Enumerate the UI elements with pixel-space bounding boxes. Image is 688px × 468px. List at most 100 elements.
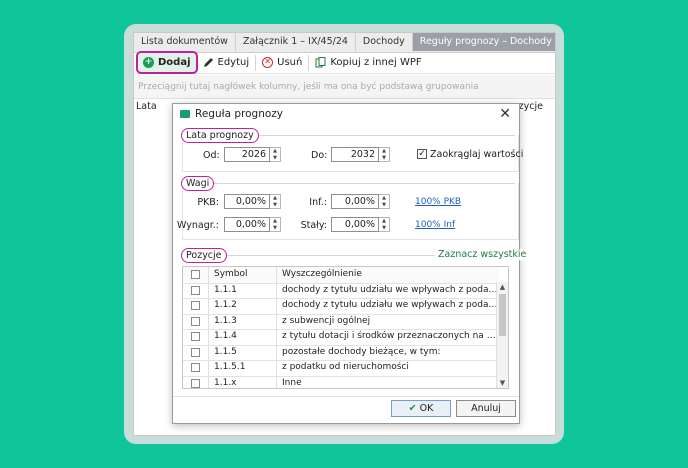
years-section-title: Lata prognozy [181,128,259,143]
stepper-arrows[interactable]: ▲ ▼ [379,194,390,209]
from-year-stepper[interactable]: 2026 ▲ ▼ [224,147,281,162]
stepper-arrows[interactable]: ▲ ▼ [270,194,281,209]
pkb-label: PKB: [197,197,219,208]
checkmark-icon: ✔ [408,403,417,414]
tab-attachment[interactable]: Załącznik 1 – IX/45/24 [236,33,356,51]
round-label: Zaokrąglaj wartości [430,149,524,160]
pkb-100-link[interactable]: 100% PKB [415,197,461,207]
from-label: Od: [203,150,220,161]
scroll-up-icon[interactable]: ▲ [497,282,508,292]
stepper-arrows[interactable]: ▲ ▼ [270,217,281,232]
pkb-stepper[interactable]: 0,00% ▲ ▼ [224,194,281,209]
row-checkbox[interactable] [191,316,200,326]
column-header-years[interactable]: Lata [136,99,157,115]
round-checkbox[interactable]: ✓ [417,149,427,159]
table-row[interactable]: 1.1.x Inne [183,375,499,388]
from-year-value[interactable]: 2026 [224,147,270,162]
edit-button-label: Edytuj [217,57,250,68]
edit-button[interactable]: Edytuj [198,53,255,72]
pkb-value[interactable]: 0,00% [224,194,270,209]
row-symbol: 1.1.5 [208,344,276,360]
stepper-arrows[interactable]: ▲ ▼ [270,147,281,162]
dialog-title: Reguła prognozy [195,108,284,120]
row-symbol: 1.1.x [208,375,276,388]
tab-document-list[interactable]: Lista dokumentów [134,33,236,51]
add-button[interactable]: + Dodaj [136,51,198,74]
row-symbol: 1.1.5.1 [208,360,276,376]
const-stepper[interactable]: 0,00% ▲ ▼ [331,217,390,232]
positions-section-title: Pozycje [181,248,227,263]
plus-icon: + [143,57,154,68]
select-all-checkbox-cell[interactable] [183,267,208,283]
tab-bar: Lista dokumentów Załącznik 1 – IX/45/24 … [134,33,555,53]
row-symbol: 1.1.3 [208,313,276,329]
row-symbol: 1.1.2 [208,298,276,314]
row-description: pozostałe dochody bieżące, w tym: [276,344,499,360]
table-row[interactable]: 1.1.5.1 z podatku od nieruchomości [183,360,499,377]
row-description: Inne [276,375,499,388]
stepper-arrows[interactable]: ▲ ▼ [379,147,390,162]
to-year-stepper[interactable]: 2032 ▲ ▼ [331,147,390,162]
ok-button[interactable]: ✔ OK [391,400,451,417]
group-by-area[interactable]: Przeciągnij tutaj nagłówek kolumny, jeśl… [134,75,555,99]
row-description: z tytułu dotacji i środków przeznaczonyc… [276,329,499,345]
to-year-value[interactable]: 2032 [331,147,379,162]
table-row[interactable]: 1.1.1 dochody z tytułu udziału we wpływa… [183,282,499,299]
row-checkbox[interactable] [191,332,200,341]
row-checkbox[interactable] [191,347,200,357]
pencil-icon [203,57,214,68]
to-label: Do: [311,150,328,161]
inf-100-link[interactable]: 100% Inf [415,220,455,230]
forecast-rule-dialog: Reguła prognozy ✕ Lata prognozy Od: 2026… [172,103,527,424]
ok-button-label: OK [419,403,434,414]
column-header-description[interactable]: Wyszczególnienie [276,267,499,283]
copy-button-label: Kopiuj z innej WPF [330,57,422,68]
wage-stepper[interactable]: 0,00% ▲ ▼ [224,217,281,232]
tab-forecast-rules[interactable]: Reguły prognozy – Dochody ✕ [412,33,555,51]
delete-icon: ✕ [262,57,274,68]
toolbar: + Dodaj Edytuj ✕ Usuń Kopiuj z innej WPF [134,51,555,74]
row-description: z podatku od nieruchomości [276,360,499,376]
grid-scrollbar[interactable]: ▲ ▼ [496,282,508,388]
row-description: dochody z tytułu udziału we wpływach z p… [276,298,499,314]
copy-button[interactable]: Kopiuj z innej WPF [310,53,426,72]
column-header-symbol[interactable]: Symbol [208,267,276,283]
tab-income[interactable]: Dochody [356,33,413,51]
row-description: dochody z tytułu udziału we wpływach z p… [276,282,499,298]
scroll-thumb[interactable] [499,294,506,336]
close-icon[interactable]: ✕ [499,106,511,122]
const-label: Stały: [300,220,327,231]
cancel-button[interactable]: Anuluj [456,400,516,417]
delete-button[interactable]: ✕ Usuń [257,53,307,72]
select-all-link[interactable]: Zaznacz wszystkie [435,249,527,260]
scroll-down-icon[interactable]: ▼ [497,378,508,388]
add-button-label: Dodaj [158,57,191,68]
row-description: z subwencji ogólnej [276,313,499,329]
dialog-titlebar: Reguła prognozy ✕ [173,104,519,124]
grid-header-row: Symbol Wyszczególnienie [183,267,499,284]
inf-stepper[interactable]: 0,00% ▲ ▼ [331,194,390,209]
copy-icon [315,57,326,68]
delete-button-label: Usuń [277,57,303,68]
stepper-arrows[interactable]: ▲ ▼ [379,217,390,232]
table-row[interactable]: 1.1.2 dochody z tytułu udziału we wpływa… [183,298,499,315]
inf-label: Inf.: [309,197,327,208]
row-checkbox[interactable] [191,378,200,388]
inf-value[interactable]: 0,00% [331,194,379,209]
row-checkbox[interactable] [191,285,200,295]
const-value[interactable]: 0,00% [331,217,379,232]
positions-grid: Symbol Wyszczególnienie 1.1.1 dochody z … [182,266,509,389]
row-checkbox[interactable] [191,363,200,372]
row-symbol: 1.1.4 [208,329,276,345]
table-row[interactable]: 1.1.3 z subwencji ogólnej [183,313,499,330]
wage-label: Wynagr.: [177,220,219,231]
wage-value[interactable]: 0,00% [224,217,270,232]
table-row[interactable]: 1.1.5 pozostałe dochody bieżące, w tym: [183,344,499,361]
toolbar-separator [308,54,310,71]
row-checkbox[interactable] [191,301,200,310]
weights-section-title: Wagi [181,176,215,191]
header-checkbox[interactable] [191,270,200,279]
rule-icon [180,110,190,118]
dialog-footer: ✔ OK Anuluj [173,396,519,423]
table-row[interactable]: 1.1.4 z tytułu dotacji i środków przezna… [183,329,499,346]
